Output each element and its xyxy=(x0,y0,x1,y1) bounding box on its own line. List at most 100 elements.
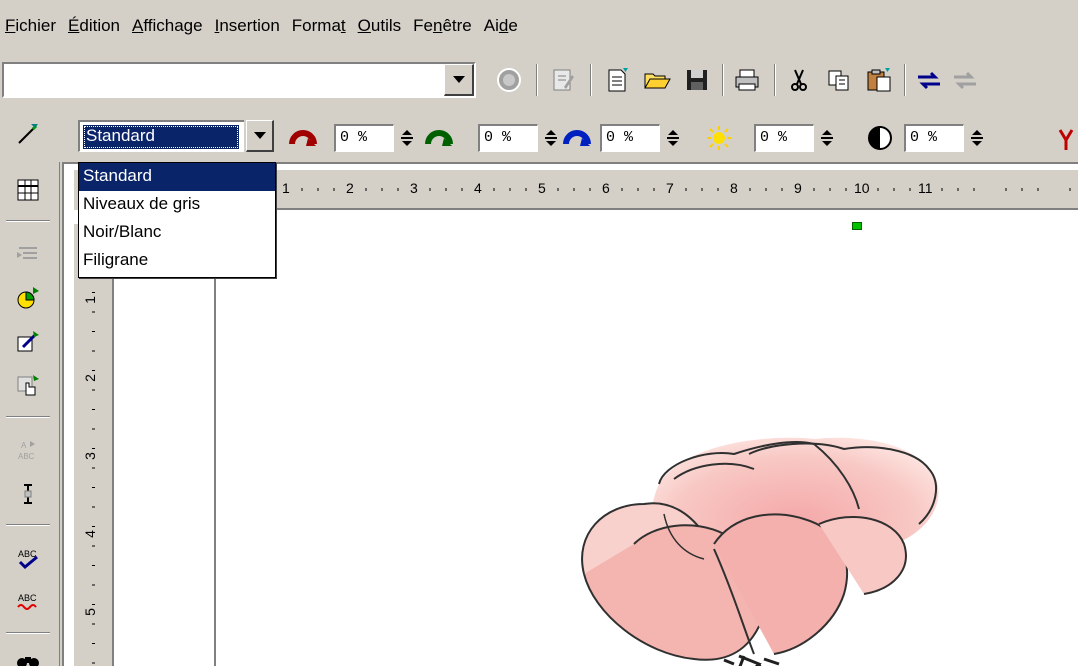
printer-icon xyxy=(735,69,759,91)
arrows-exchange-disabled-icon xyxy=(954,71,976,90)
graphics-mode-option-black-white[interactable]: Noir/Blanc xyxy=(79,219,275,247)
svg-text:ABC: ABC xyxy=(18,593,37,603)
chart-object-icon xyxy=(17,287,39,309)
chevron-down-icon xyxy=(452,76,465,83)
menu-fenetre[interactable]: Fenêtre xyxy=(410,16,481,36)
binoculars-icon xyxy=(17,657,39,666)
edit-file-icon xyxy=(553,69,574,91)
insert-table-button[interactable] xyxy=(10,172,46,208)
svg-text:ABC: ABC xyxy=(18,452,35,461)
filter-tool-button[interactable] xyxy=(10,118,44,152)
menu-affichage[interactable]: Affichage xyxy=(129,16,212,36)
url-input[interactable] xyxy=(4,64,424,96)
graphics-mode-field[interactable]: Standard xyxy=(78,120,244,152)
text-cursor-icon xyxy=(24,484,32,504)
url-dropdown-button[interactable] xyxy=(444,64,474,96)
blue-spin-buttons[interactable] xyxy=(662,124,684,152)
spellcheck-button[interactable]: ABC xyxy=(10,540,46,576)
v-ruler-label: 2 xyxy=(81,374,98,382)
graphics-mode-combo: Standard xyxy=(78,120,274,152)
show-draw-functions-button[interactable] xyxy=(10,324,46,360)
h-ruler-label: 11 xyxy=(918,180,933,196)
blue-filter-icon xyxy=(563,130,591,146)
edit-autotext-button[interactable]: ABC A xyxy=(10,432,46,468)
menu-edition[interactable]: Édition xyxy=(65,16,129,36)
red-filter-icon xyxy=(289,130,317,146)
stop-loading-button[interactable] xyxy=(492,63,526,97)
gamma-icon xyxy=(1058,129,1074,150)
paste-icon xyxy=(867,68,891,92)
menu-format[interactable]: Format xyxy=(289,16,355,36)
horizontal-ruler-ticks xyxy=(237,188,1071,191)
h-ruler-label: 10 xyxy=(854,180,870,196)
contrast-spin-buttons[interactable] xyxy=(966,124,988,152)
spellcheck-icon: ABC xyxy=(18,549,38,570)
h-ruler-label: 7 xyxy=(666,180,674,196)
svg-text:A: A xyxy=(21,441,27,450)
arrows-exchange-icon xyxy=(918,71,940,90)
selection-handle[interactable] xyxy=(852,222,862,230)
graphics-mode-option-watermark[interactable]: Filigrane xyxy=(79,247,275,275)
vertical-ruler[interactable]: 1 2 3 4 5 xyxy=(74,224,114,666)
autotext-icon: ABC A xyxy=(18,441,35,461)
h-ruler-label: 1 xyxy=(282,180,290,196)
horizontal-ruler[interactable]: 1 2 3 4 5 6 7 8 9 10 11 xyxy=(214,170,1078,210)
print-button[interactable] xyxy=(730,63,764,97)
green-spin-buttons[interactable] xyxy=(540,124,562,152)
menu-insertion[interactable]: Insertion xyxy=(212,16,289,36)
graphics-mode-option-standard[interactable]: Standard xyxy=(79,163,275,191)
function-toolbar xyxy=(0,54,1078,106)
graphics-mode-list: Standard Niveaux de gris Noir/Blanc Fili… xyxy=(78,162,276,278)
page-margin-line xyxy=(214,224,216,666)
edit-file-button[interactable] xyxy=(546,63,580,97)
cut-button[interactable] xyxy=(782,63,816,97)
menu-outils[interactable]: Outils xyxy=(355,16,410,36)
graphics-mode-dropdown-button[interactable] xyxy=(246,120,274,152)
auto-spellcheck-button[interactable]: ABC xyxy=(10,584,46,620)
red-spin-buttons[interactable] xyxy=(396,124,418,152)
graphic-object-toolbar: Standard 0 % 0 % 0 % 0 % 0 % xyxy=(0,110,1078,158)
navigator-disabled-button[interactable] xyxy=(948,63,982,97)
new-document-icon xyxy=(608,68,628,92)
floppy-disk-icon xyxy=(687,70,707,90)
main-toolbar: ABC A ABC ABC xyxy=(0,162,60,666)
green-value-input[interactable]: 0 % xyxy=(478,124,538,152)
form-functions-button[interactable] xyxy=(10,368,46,404)
menu-bar: Fichier Édition Affichage Insertion Form… xyxy=(0,0,1078,52)
menu-fichier[interactable]: Fichier xyxy=(2,16,65,36)
magic-wand-icon xyxy=(18,124,38,144)
contrast-value-input[interactable]: 0 % xyxy=(904,124,964,152)
brightness-spin-buttons[interactable] xyxy=(816,124,838,152)
table-grid-icon xyxy=(17,179,39,201)
navigator-button[interactable] xyxy=(912,63,946,97)
h-ruler-label: 3 xyxy=(410,180,418,196)
find-button[interactable] xyxy=(10,644,46,666)
red-value-input[interactable]: 0 % xyxy=(334,124,394,152)
folder-open-icon xyxy=(644,73,671,89)
graphics-mode-option-grayscale[interactable]: Niveaux de gris xyxy=(79,191,275,219)
h-ruler-label: 9 xyxy=(794,180,802,196)
insert-fields-button[interactable] xyxy=(10,236,46,272)
new-document-button[interactable] xyxy=(600,63,634,97)
brightness-value-input[interactable]: 0 % xyxy=(754,124,814,152)
url-combo xyxy=(2,62,476,98)
v-ruler-label: 4 xyxy=(81,530,98,538)
copy-icon xyxy=(828,70,849,91)
blue-value-input[interactable]: 0 % xyxy=(600,124,660,152)
save-button[interactable] xyxy=(680,63,714,97)
graphics-mode-value: Standard xyxy=(83,125,239,149)
h-ruler-label: 5 xyxy=(538,180,546,196)
flower-image[interactable] xyxy=(564,424,964,666)
text-cursor-button[interactable] xyxy=(10,476,46,512)
copy-button[interactable] xyxy=(822,63,856,97)
draw-pencil-icon xyxy=(17,331,39,352)
open-button[interactable] xyxy=(640,63,674,97)
v-ruler-label: 3 xyxy=(81,452,98,460)
h-ruler-label: 2 xyxy=(346,180,354,196)
paste-button[interactable] xyxy=(862,63,896,97)
scissors-icon xyxy=(791,69,807,91)
vertical-ruler-ticks xyxy=(92,233,95,664)
menu-aide[interactable]: Aide xyxy=(481,16,527,36)
insert-object-button[interactable] xyxy=(10,280,46,316)
v-ruler-label: 5 xyxy=(81,608,98,616)
